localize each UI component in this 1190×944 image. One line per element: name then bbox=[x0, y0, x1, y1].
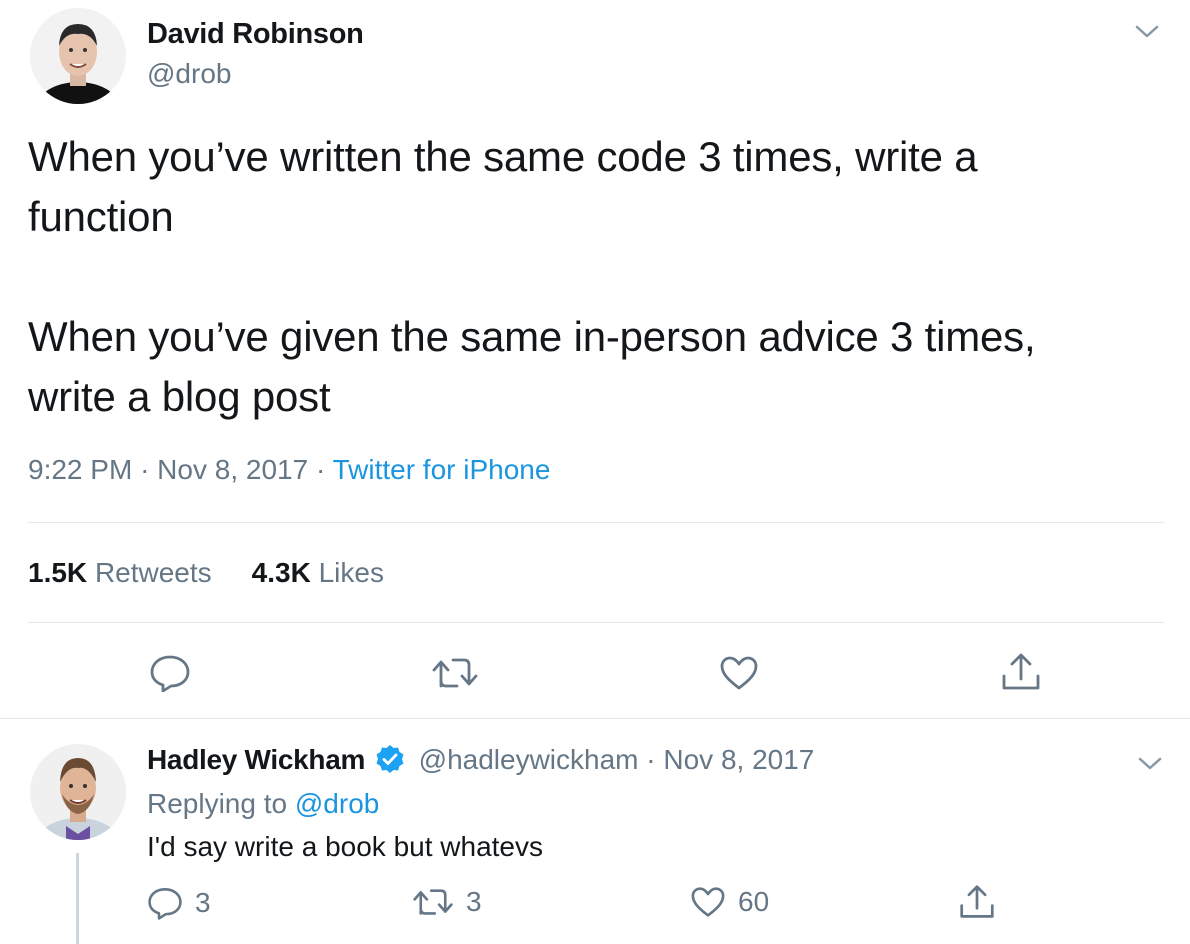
replying-prefix: Replying to bbox=[147, 788, 288, 819]
replying-to: Replying to @drob bbox=[147, 788, 379, 820]
retweet-icon[interactable] bbox=[431, 656, 479, 695]
reply-count: 3 bbox=[195, 887, 211, 918]
reply-share-button[interactable] bbox=[958, 884, 1008, 920]
reply-reply-button[interactable]: 3 bbox=[147, 886, 211, 920]
share-icon[interactable] bbox=[1000, 652, 1042, 697]
reply-text: I'd say write a book but whatevs bbox=[147, 831, 543, 862]
divider bbox=[28, 622, 1164, 623]
like-icon bbox=[691, 887, 725, 917]
reply-header: Hadley Wickham @hadleywickham · Nov 8, 2… bbox=[147, 744, 814, 781]
retweet-icon bbox=[413, 889, 453, 915]
thread-line bbox=[76, 853, 79, 944]
likes-label: Likes bbox=[318, 557, 384, 588]
retweets-stat[interactable]: 1.5K Retweets bbox=[28, 557, 212, 589]
reply-author-avatar[interactable] bbox=[30, 744, 126, 840]
likes-stat[interactable]: 4.3K Likes bbox=[252, 557, 384, 589]
reply-icon[interactable] bbox=[149, 654, 191, 697]
meta-separator: · bbox=[315, 454, 326, 485]
divider bbox=[28, 522, 1164, 523]
divider bbox=[0, 718, 1190, 719]
meta-separator: · bbox=[140, 454, 150, 485]
chevron-down-icon[interactable] bbox=[1132, 20, 1162, 44]
author-handle[interactable]: @drob bbox=[147, 58, 231, 90]
retweets-count: 1.5K bbox=[28, 557, 88, 588]
retweets-label: Retweets bbox=[94, 557, 212, 588]
tweet-stats: 1.5K Retweets 4.3K Likes bbox=[28, 557, 424, 589]
retweet-count: 3 bbox=[466, 886, 482, 917]
reply-like-button[interactable]: 60 bbox=[690, 886, 769, 918]
tweet-date[interactable]: Nov 8, 2017 bbox=[157, 454, 308, 485]
share-icon bbox=[960, 885, 994, 918]
likes-count: 4.3K bbox=[251, 557, 311, 588]
author-name[interactable]: David Robinson bbox=[147, 18, 364, 51]
verified-badge-icon bbox=[375, 744, 405, 781]
like-icon[interactable] bbox=[719, 655, 759, 696]
replying-mention[interactable]: @drob bbox=[295, 788, 379, 819]
reply-author-name[interactable]: Hadley Wickham bbox=[147, 744, 365, 775]
reply-date[interactable]: Nov 8, 2017 bbox=[663, 744, 814, 775]
tweet-meta: 9:22 PM · Nov 8, 2017 · Twitter for iPho… bbox=[28, 454, 550, 486]
tweet-time[interactable]: 9:22 PM bbox=[28, 454, 132, 485]
reply-icon bbox=[148, 887, 182, 920]
chevron-down-icon[interactable] bbox=[1135, 752, 1165, 776]
reply-retweet-button[interactable]: 3 bbox=[412, 886, 482, 918]
reply-separator: · bbox=[646, 744, 656, 775]
tweet-text: When you’ve written the same code 3 time… bbox=[28, 133, 1036, 420]
reply-author-handle[interactable]: @hadleywickham bbox=[419, 744, 639, 775]
like-count: 60 bbox=[738, 886, 770, 917]
tweet-source-link[interactable]: Twitter for iPhone bbox=[333, 454, 551, 485]
author-avatar[interactable] bbox=[30, 8, 126, 104]
